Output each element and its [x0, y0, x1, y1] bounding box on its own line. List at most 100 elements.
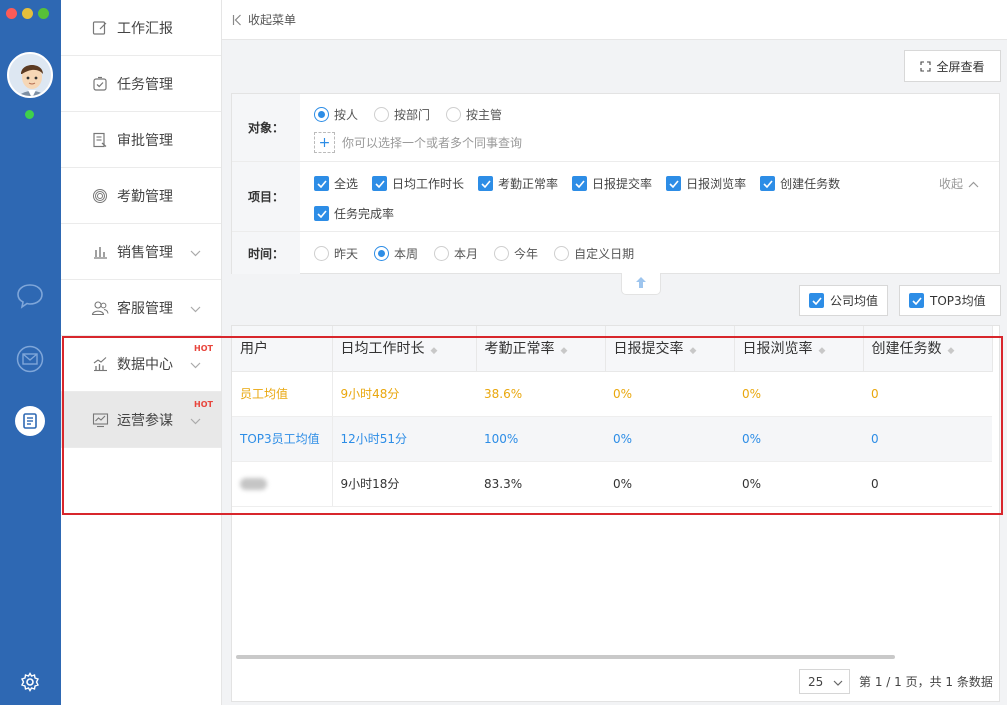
table-row[interactable]: 9小时18分 83.3% 0% 0% 0	[232, 461, 992, 507]
table-cell: 0%	[605, 461, 734, 507]
checkbox-checked-icon	[478, 176, 494, 191]
chevron-down-icon	[190, 357, 201, 373]
online-status-dot	[25, 110, 34, 119]
monitor-chart-icon	[91, 411, 109, 429]
checkbox-report-view-rate[interactable]: 日报浏览率	[666, 175, 746, 192]
fullscreen-button[interactable]: 全屏查看	[904, 50, 1001, 82]
items-checkbox-group-row2: 任务完成率	[314, 205, 408, 222]
checkbox-attendance-rate[interactable]: 考勤正常率	[478, 175, 558, 192]
menu-item-attendance[interactable]: 考勤管理	[61, 168, 221, 224]
window-controls	[6, 8, 49, 19]
menu-item-label: 审批管理	[117, 132, 173, 149]
close-window-button[interactable]	[6, 8, 17, 19]
colleague-placeholder[interactable]: 你可以选择一个或者多个同事查询	[342, 134, 522, 151]
radio-custom-date[interactable]: 自定义日期	[554, 245, 634, 262]
horizontal-scrollbar[interactable]	[236, 655, 895, 659]
chat-icon[interactable]	[15, 281, 45, 311]
chevron-down-icon	[190, 301, 201, 317]
sort-icon[interactable]: ◆	[561, 346, 568, 356]
sort-icon[interactable]: ◆	[431, 346, 438, 356]
edit-icon	[91, 19, 109, 37]
collapse-panel-tab[interactable]	[621, 273, 661, 295]
checkbox-report-submit-rate[interactable]: 日报提交率	[572, 175, 652, 192]
pagination: 25 第 1 / 1 页，共 1 条数据	[799, 669, 993, 694]
column-header-report-submit-rate[interactable]: 日报提交率 ◆	[605, 326, 735, 372]
checkbox-tasks-created[interactable]: 创建任务数	[760, 175, 840, 192]
radio-this-year[interactable]: 今年	[494, 245, 538, 262]
app-rail	[0, 0, 61, 705]
radio-this-month[interactable]: 本月	[434, 245, 478, 262]
company-average-toggle[interactable]: 公司均值	[799, 285, 889, 316]
chevron-down-icon	[190, 413, 201, 429]
settings-icon[interactable]	[15, 667, 45, 697]
filter-row-target: 对象： 按人 按部门 按主管 + 你可以选择一个或者多个同事查询	[232, 94, 999, 162]
mail-icon[interactable]	[15, 344, 45, 374]
hot-badge: HOT	[194, 400, 213, 409]
checkbox-checked-icon	[372, 176, 388, 191]
trend-chart-icon	[91, 355, 109, 373]
radio-this-week[interactable]: 本周	[374, 245, 418, 262]
fullscreen-label: 全屏查看	[936, 59, 985, 74]
checkbox-task-completion-rate[interactable]: 任务完成率	[314, 205, 394, 222]
collapse-menu-link[interactable]: 收起菜单	[248, 11, 296, 28]
menu-item-work-report[interactable]: 工作汇报	[61, 0, 221, 56]
menu-item-operations[interactable]: 运营参谋 HOT	[61, 392, 221, 448]
radio-dot	[554, 246, 570, 261]
checkbox-select-all[interactable]: 全选	[314, 175, 358, 192]
sort-icon[interactable]: ◆	[819, 346, 826, 356]
avatar[interactable]	[7, 52, 53, 98]
checkbox-avg-work-hours[interactable]: 日均工作时长	[372, 175, 464, 192]
menu-item-data-center[interactable]: 数据中心 HOT	[61, 336, 221, 392]
table-cell: 83.3%	[476, 461, 605, 507]
blurred-user-name	[240, 478, 267, 490]
radio-yesterday[interactable]: 昨天	[314, 245, 358, 262]
table-cell: 0%	[605, 371, 734, 417]
sort-icon[interactable]: ◆	[948, 346, 955, 356]
menu-item-task[interactable]: 任务管理	[61, 56, 221, 112]
table-cell: 100%	[476, 416, 605, 462]
table-cell: 0%	[734, 461, 863, 507]
checkbox-checked-icon	[666, 176, 682, 191]
sort-icon[interactable]: ◆	[690, 346, 697, 356]
radio-by-department[interactable]: 按部门	[374, 106, 430, 123]
maximize-window-button[interactable]	[38, 8, 49, 19]
filter-panel: 对象： 按人 按部门 按主管 + 你可以选择一个或者多个同事查询 项目： 全选 …	[231, 93, 1000, 274]
menu-item-label: 考勤管理	[117, 188, 173, 205]
collapse-filter-link[interactable]: 收起	[939, 175, 979, 192]
radio-dot-selected	[374, 246, 390, 261]
column-header-avg-work-hours[interactable]: 日均工作时长 ◆	[332, 326, 477, 372]
column-header-user[interactable]: 用户	[232, 326, 333, 372]
column-header-attendance-rate[interactable]: 考勤正常率 ◆	[476, 326, 606, 372]
document-icon[interactable]	[15, 406, 45, 436]
table-cell-user-name[interactable]	[232, 461, 333, 507]
add-colleague-button[interactable]: +	[314, 132, 335, 153]
top3-average-toggle[interactable]: TOP3均值	[899, 285, 1001, 316]
approval-doc-icon	[91, 131, 109, 149]
menu-item-label: 工作汇报	[117, 20, 173, 37]
table-cell: 员工均值	[232, 371, 333, 417]
stats-table: 用户 日均工作时长 ◆ 考勤正常率 ◆ 日报提交率 ◆ 日报浏览率 ◆ 创建任务数 ◆ 员…	[232, 326, 993, 507]
table-cell: 38.6%	[476, 371, 605, 417]
column-header-tasks-created[interactable]: 创建任务数 ◆	[863, 326, 993, 372]
radio-dot	[374, 107, 390, 122]
collapse-left-icon[interactable]	[232, 14, 242, 26]
column-header-report-view-rate[interactable]: 日报浏览率 ◆	[734, 326, 864, 372]
table-cell: 0	[863, 416, 992, 462]
menu-item-approval[interactable]: 审批管理	[61, 112, 221, 168]
minimize-window-button[interactable]	[22, 8, 33, 19]
radio-by-manager[interactable]: 按主管	[446, 106, 502, 123]
page-size-select[interactable]: 25	[799, 669, 850, 694]
menu-item-customer-service[interactable]: 客服管理	[61, 280, 221, 336]
arrow-up-icon	[635, 276, 647, 292]
radio-by-person[interactable]: 按人	[314, 106, 358, 123]
side-menu: 工作汇报 任务管理 审批管理 考勤管理 销售管理 客服管理 数据中心 HOT 运…	[61, 0, 222, 705]
filter-label-items: 项目：	[232, 162, 300, 231]
table-cell: 0%	[734, 371, 863, 417]
table-cell: 0	[863, 371, 992, 417]
table-header-row: 用户 日均工作时长 ◆ 考勤正常率 ◆ 日报提交率 ◆ 日报浏览率 ◆ 创建任务数 ◆	[232, 326, 993, 372]
users-icon	[91, 299, 109, 317]
table-cell: 0%	[734, 416, 863, 462]
filter-row-time: 时间： 昨天 本周 本月 今年 自定义日期	[232, 232, 999, 274]
menu-item-sales[interactable]: 销售管理	[61, 224, 221, 280]
table-cell: 0%	[605, 416, 734, 462]
